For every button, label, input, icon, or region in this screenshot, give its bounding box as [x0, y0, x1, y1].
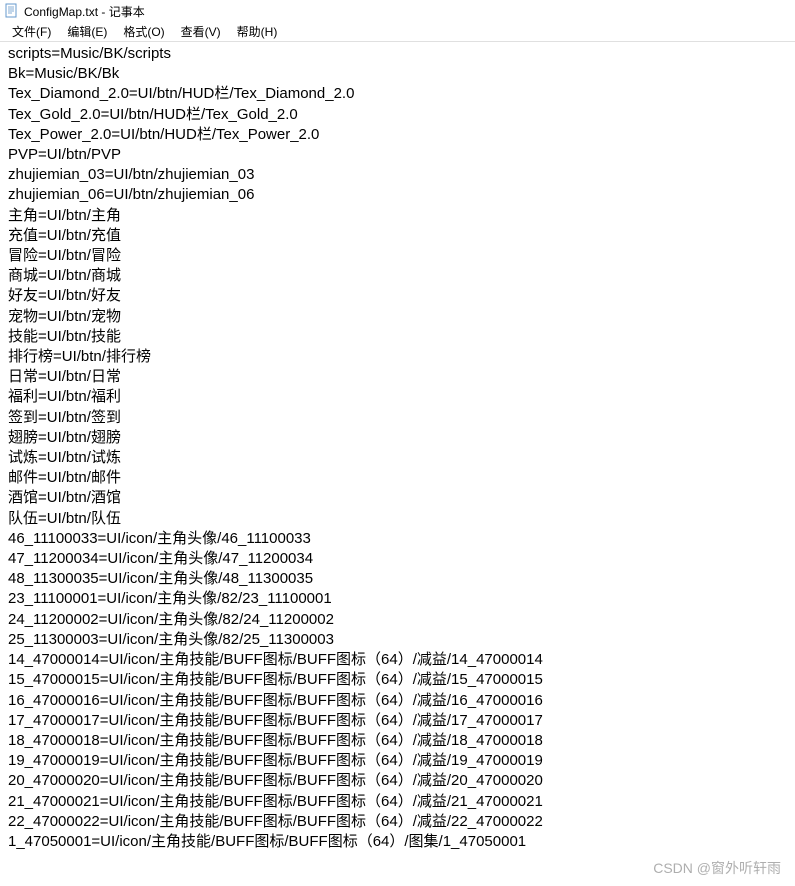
text-line: 签到=UI/btn/签到	[8, 408, 787, 428]
text-line: Bk=Music/BK/Bk	[8, 64, 787, 84]
text-line: 47_11200034=UI/icon/主角头像/47_11200034	[8, 549, 787, 569]
text-line: 充值=UI/btn/充值	[8, 226, 787, 246]
text-line: zhujiemian_03=UI/btn/zhujiemian_03	[8, 165, 787, 185]
text-line: 25_11300003=UI/icon/主角头像/82/25_11300003	[8, 630, 787, 650]
text-line: scripts=Music/BK/scripts	[8, 44, 787, 64]
text-line: Tex_Diamond_2.0=UI/btn/HUD栏/Tex_Diamond_…	[8, 84, 787, 104]
text-line: 福利=UI/btn/福利	[8, 387, 787, 407]
menu-help[interactable]: 帮助(H)	[229, 21, 286, 42]
text-line: 48_11300035=UI/icon/主角头像/48_11300035	[8, 569, 787, 589]
text-content[interactable]: scripts=Music/BK/scriptsBk=Music/BK/BkTe…	[0, 42, 795, 854]
text-line: 14_47000014=UI/icon/主角技能/BUFF图标/BUFF图标（6…	[8, 650, 787, 670]
text-line: 翅膀=UI/btn/翅膀	[8, 428, 787, 448]
text-line: 23_11100001=UI/icon/主角头像/82/23_11100001	[8, 589, 787, 609]
text-line: 18_47000018=UI/icon/主角技能/BUFF图标/BUFF图标（6…	[8, 731, 787, 751]
titlebar: ConfigMap.txt - 记事本	[0, 0, 795, 22]
text-line: 21_47000021=UI/icon/主角技能/BUFF图标/BUFF图标（6…	[8, 792, 787, 812]
text-line: 46_11100033=UI/icon/主角头像/46_11100033	[8, 529, 787, 549]
text-line: 20_47000020=UI/icon/主角技能/BUFF图标/BUFF图标（6…	[8, 771, 787, 791]
text-line: Tex_Power_2.0=UI/btn/HUD栏/Tex_Power_2.0	[8, 125, 787, 145]
text-line: 好友=UI/btn/好友	[8, 286, 787, 306]
text-line: Tex_Gold_2.0=UI/btn/HUD栏/Tex_Gold_2.0	[8, 105, 787, 125]
text-line: zhujiemian_06=UI/btn/zhujiemian_06	[8, 185, 787, 205]
window-title: ConfigMap.txt - 记事本	[24, 3, 145, 20]
text-line: 商城=UI/btn/商城	[8, 266, 787, 286]
menu-file[interactable]: 文件(F)	[4, 21, 59, 42]
text-line: 日常=UI/btn/日常	[8, 367, 787, 387]
text-line: 排行榜=UI/btn/排行榜	[8, 347, 787, 367]
text-line: 19_47000019=UI/icon/主角技能/BUFF图标/BUFF图标（6…	[8, 751, 787, 771]
text-line: 队伍=UI/btn/队伍	[8, 509, 787, 529]
text-line: 主角=UI/btn/主角	[8, 206, 787, 226]
text-line: 22_47000022=UI/icon/主角技能/BUFF图标/BUFF图标（6…	[8, 812, 787, 832]
text-line: 冒险=UI/btn/冒险	[8, 246, 787, 266]
menu-format[interactable]: 格式(O)	[115, 21, 172, 42]
text-line: 1_47050001=UI/icon/主角技能/BUFF图标/BUFF图标（64…	[8, 832, 787, 852]
text-line: 24_11200002=UI/icon/主角头像/82/24_11200002	[8, 610, 787, 630]
text-line: 17_47000017=UI/icon/主角技能/BUFF图标/BUFF图标（6…	[8, 711, 787, 731]
text-line: 试炼=UI/btn/试炼	[8, 448, 787, 468]
notepad-icon	[4, 3, 20, 19]
text-line: 15_47000015=UI/icon/主角技能/BUFF图标/BUFF图标（6…	[8, 670, 787, 690]
watermark: CSDN @窗外听轩雨	[653, 858, 781, 878]
menu-view[interactable]: 查看(V)	[173, 21, 229, 42]
text-line: 技能=UI/btn/技能	[8, 327, 787, 347]
menu-edit[interactable]: 编辑(E)	[59, 21, 115, 42]
menubar: 文件(F) 编辑(E) 格式(O) 查看(V) 帮助(H)	[0, 22, 795, 42]
text-line: 宠物=UI/btn/宠物	[8, 307, 787, 327]
text-line: PVP=UI/btn/PVP	[8, 145, 787, 165]
text-line: 邮件=UI/btn/邮件	[8, 468, 787, 488]
text-line: 16_47000016=UI/icon/主角技能/BUFF图标/BUFF图标（6…	[8, 691, 787, 711]
text-line: 酒馆=UI/btn/酒馆	[8, 488, 787, 508]
